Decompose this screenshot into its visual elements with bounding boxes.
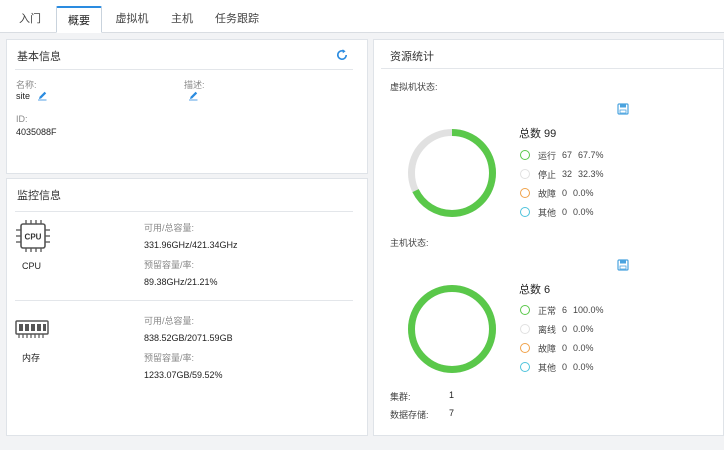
host-legend-offline: 离线 0 0.0% bbox=[520, 322, 600, 336]
host-status-donut bbox=[408, 285, 496, 373]
datastore-value: 7 bbox=[449, 408, 455, 418]
host-status-label: 主机状态: bbox=[390, 238, 429, 248]
divider bbox=[381, 68, 724, 69]
tab-bar: 入门 概要 虚拟机 主机 任务跟踪 bbox=[0, 0, 724, 33]
edit-name-icon[interactable] bbox=[37, 90, 48, 101]
memory-reserve-label: 预留容量/率: bbox=[144, 353, 195, 363]
edit-description-icon[interactable] bbox=[188, 90, 199, 101]
legend-dot-cyan-icon bbox=[520, 207, 530, 217]
legend-label: 故障 bbox=[538, 343, 557, 354]
basic-info-title: 基本信息 bbox=[17, 51, 61, 63]
legend-count: 0 bbox=[562, 343, 568, 353]
cluster-value: 1 bbox=[449, 390, 455, 400]
legend-count: 67 bbox=[562, 150, 573, 160]
host-legend-fault: 故障 0 0.0% bbox=[520, 341, 600, 355]
divider bbox=[15, 69, 353, 70]
vm-legend-stopped: 停止 32 32.3% bbox=[520, 167, 610, 181]
cpu-reserve-value: 89.38GHz/21.21% bbox=[144, 277, 218, 287]
legend-percent: 0.0% bbox=[573, 362, 594, 372]
legend-count: 0 bbox=[562, 362, 568, 372]
legend-label: 故障 bbox=[538, 188, 557, 199]
legend-dot-green-icon bbox=[520, 150, 530, 160]
memory-capacity-value: 838.52GB/2071.59GB bbox=[144, 333, 233, 343]
legend-count: 32 bbox=[562, 169, 573, 179]
legend-label: 正常 bbox=[538, 305, 557, 316]
tab-vms[interactable]: 虚拟机 bbox=[108, 6, 156, 33]
legend-count: 0 bbox=[562, 207, 568, 217]
legend-dot-orange-icon bbox=[520, 188, 530, 198]
legend-label: 停止 bbox=[538, 169, 557, 180]
legend-percent: 0.0% bbox=[573, 188, 594, 198]
vm-status-label: 虚拟机状态: bbox=[390, 82, 438, 92]
memory-module-icon bbox=[15, 320, 49, 338]
vm-total: 总数 99 bbox=[519, 128, 557, 140]
legend-percent: 0.0% bbox=[573, 324, 594, 334]
legend-percent: 0.0% bbox=[573, 343, 594, 353]
tab-summary[interactable]: 概要 bbox=[56, 6, 102, 33]
legend-count: 0 bbox=[562, 188, 568, 198]
legend-dot-gray-icon bbox=[520, 169, 530, 179]
monitor-title: 监控信息 bbox=[17, 190, 61, 202]
divider bbox=[15, 211, 353, 212]
cpu-capacity-label: 可用/总容量: bbox=[144, 223, 195, 233]
divider bbox=[15, 300, 353, 301]
resource-title: 资源统计 bbox=[390, 51, 434, 63]
host-legend-normal: 正常 6 100.0% bbox=[520, 303, 610, 317]
cpu-name: CPU bbox=[22, 261, 42, 271]
tab-getting-started[interactable]: 入门 bbox=[10, 6, 50, 33]
legend-count: 0 bbox=[562, 324, 568, 334]
name-label: 名称: bbox=[16, 80, 37, 90]
legend-count: 6 bbox=[562, 305, 568, 315]
cpu-reserve-label: 预留容量/率: bbox=[144, 260, 195, 270]
vm-status-donut bbox=[408, 129, 496, 217]
cluster-label: 集群: bbox=[390, 392, 411, 402]
save-icon[interactable] bbox=[617, 103, 629, 115]
host-legend-other: 其他 0 0.0% bbox=[520, 360, 600, 374]
cpu-chip-text: CPU bbox=[25, 233, 42, 242]
legend-label: 运行 bbox=[538, 150, 557, 161]
legend-dot-green-icon bbox=[520, 305, 530, 315]
legend-label: 其他 bbox=[538, 207, 557, 218]
legend-label: 其他 bbox=[538, 362, 557, 373]
legend-dot-gray-icon bbox=[520, 324, 530, 334]
memory-reserve-value: 1233.07GB/59.52% bbox=[144, 370, 223, 380]
tab-task-tracking[interactable]: 任务跟踪 bbox=[206, 6, 268, 33]
memory-capacity-label: 可用/总容量: bbox=[144, 316, 195, 326]
save-icon[interactable] bbox=[617, 259, 629, 271]
vm-legend-running: 运行 67 67.7% bbox=[520, 148, 610, 162]
monitor-panel: 监控信息 CPU CPU 可用/总容量: 331.96GHz/421.34GHz… bbox=[6, 178, 368, 436]
cpu-chip-icon: CPU bbox=[16, 220, 50, 252]
refresh-icon[interactable] bbox=[335, 48, 349, 62]
legend-percent: 67.7% bbox=[578, 150, 604, 160]
legend-dot-cyan-icon bbox=[520, 362, 530, 372]
vm-legend-fault: 故障 0 0.0% bbox=[520, 186, 600, 200]
host-donut-normal-arc bbox=[408, 285, 496, 373]
legend-percent: 32.3% bbox=[578, 169, 604, 179]
id-label: ID: bbox=[16, 114, 28, 124]
cpu-capacity-value: 331.96GHz/421.34GHz bbox=[144, 240, 238, 250]
legend-percent: 100.0% bbox=[573, 305, 604, 315]
legend-label: 离线 bbox=[538, 324, 557, 335]
name-value: site bbox=[16, 91, 31, 101]
host-total: 总数 6 bbox=[519, 284, 551, 296]
tab-hosts[interactable]: 主机 bbox=[162, 6, 202, 33]
memory-name: 内存 bbox=[22, 353, 41, 363]
legend-dot-orange-icon bbox=[520, 343, 530, 353]
id-value: 4035088F bbox=[16, 127, 57, 137]
vm-legend-other: 其他 0 0.0% bbox=[520, 205, 600, 219]
basic-info-panel: 基本信息 名称: site 描述: ID: 4035088F bbox=[6, 39, 368, 174]
datastore-label: 数据存储: bbox=[390, 410, 429, 420]
legend-percent: 0.0% bbox=[573, 207, 594, 217]
